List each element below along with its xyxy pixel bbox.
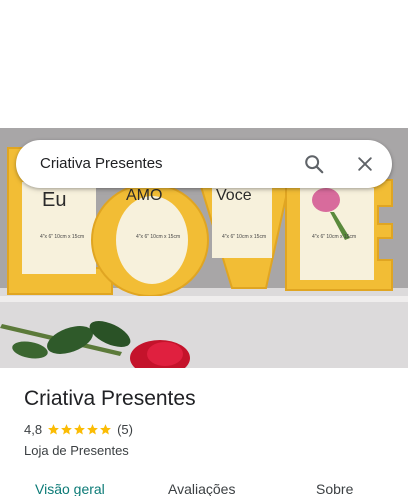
star-icon [74, 423, 85, 434]
frame-word-1: Eu [42, 189, 66, 211]
rating-value: 4,8 [24, 421, 43, 437]
star-icon [87, 423, 98, 434]
search-bar[interactable]: Criativa Presentes [16, 140, 392, 188]
frame-word-2: AMO [126, 187, 162, 204]
tab-reviews[interactable]: Avaliações [168, 480, 235, 496]
star-icon [48, 423, 59, 434]
place-tabs: Visão geral Avaliações Sobre [0, 476, 408, 496]
star-icon [61, 423, 72, 434]
frame-size-label-2: 4"x 6" 10cm x 15cm [136, 234, 180, 240]
place-category: Loja de Presentes [24, 443, 129, 458]
close-icon[interactable] [347, 146, 383, 182]
frame-size-label-4: 4"x 6" 10cm x 15cm [312, 234, 356, 240]
place-title: Criativa Presentes [24, 387, 196, 410]
place-info: Criativa Presentes 4,8 (5) Loja de Prese… [24, 386, 394, 460]
star-icon [100, 423, 111, 434]
tab-overview[interactable]: Visão geral [35, 480, 105, 496]
frame-size-label-1: 4"x 6" 10cm x 15cm [40, 234, 84, 240]
frame-size-label-3: 4"x 6" 10cm x 15cm [222, 234, 266, 240]
rating-row[interactable]: 4,8 (5) [24, 420, 394, 438]
review-count: (5) [117, 421, 133, 437]
search-icon[interactable] [296, 146, 332, 182]
rating-stars [47, 423, 112, 436]
blank-area [0, 0, 408, 128]
frame-word-3: Voce [216, 187, 252, 204]
search-input[interactable]: Criativa Presentes [40, 140, 163, 188]
tab-about[interactable]: Sobre [316, 480, 353, 496]
